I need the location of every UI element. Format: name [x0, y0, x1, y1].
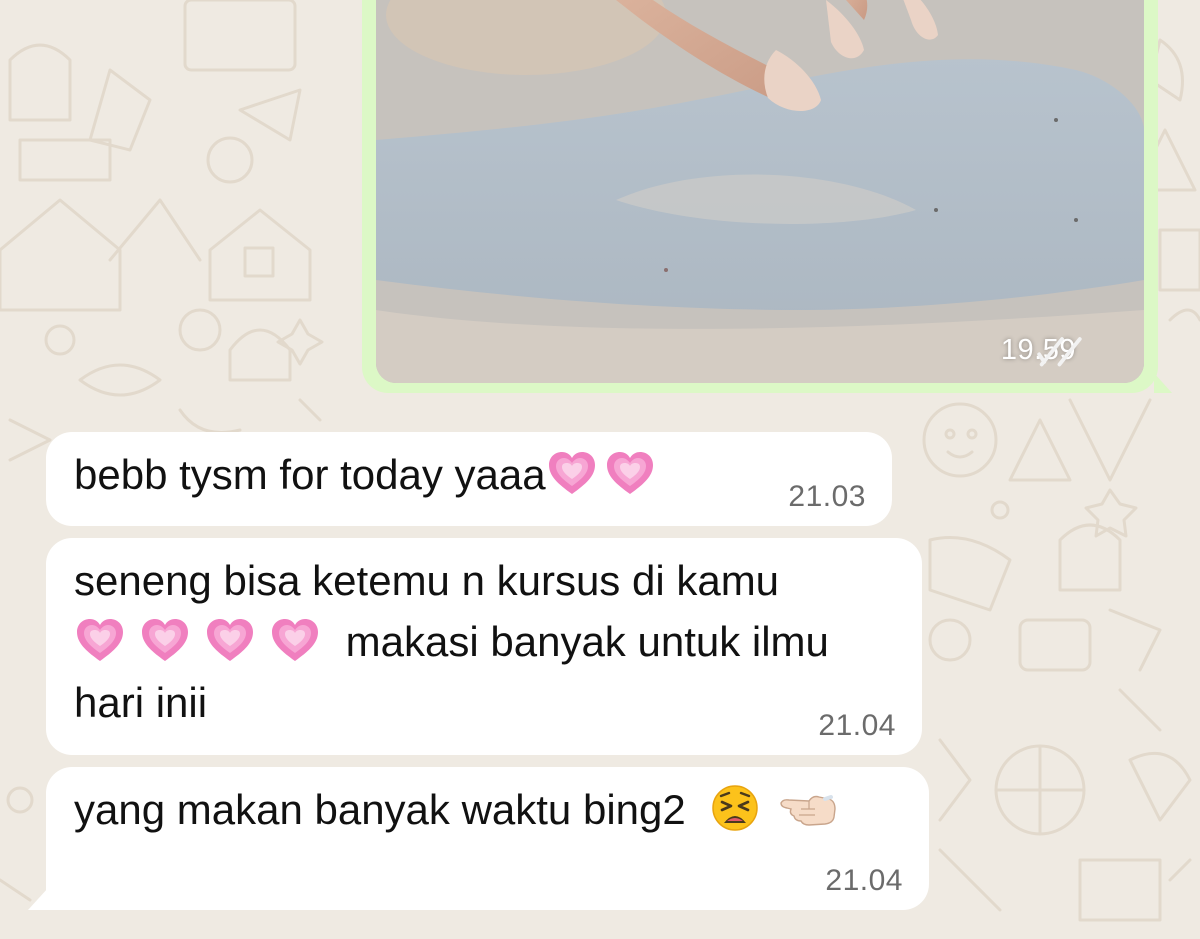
bubble-tail: [28, 888, 48, 910]
growing-heart-emoji: [74, 615, 126, 665]
message-text-line: makasi banyak untuk ilmu: [74, 611, 902, 672]
outgoing-image-message[interactable]: 19.59: [362, 0, 1172, 393]
pointing-left-hand-emoji: [779, 783, 837, 833]
message-text: yang makan banyak waktu bing2: [74, 786, 686, 833]
growing-heart-emoji: [604, 448, 656, 498]
message-timestamp: 21.03: [788, 480, 866, 513]
photo-attachment[interactable]: 19.59: [376, 0, 1144, 383]
image-meta: 19.59: [1001, 334, 1128, 367]
message-timestamp: 21.04: [818, 709, 896, 742]
incoming-message[interactable]: seneng bisa ketemu n kursus di kamu maka…: [46, 538, 922, 755]
bubble-tail: [1154, 373, 1172, 393]
growing-heart-emoji: [269, 615, 321, 665]
message-text-line: seneng bisa ketemu n kursus di kamu: [74, 557, 780, 604]
incoming-message[interactable]: bebb tysm for today yaaa 21.03: [46, 432, 892, 526]
message-text: bebb tysm for today yaaa: [74, 451, 546, 498]
growing-heart-emoji: [546, 448, 598, 498]
double-check-icon: [1037, 337, 1128, 367]
message-text-line: hari inii: [74, 679, 208, 726]
growing-heart-emoji: [204, 615, 256, 665]
message-text: makasi banyak untuk ilmu: [345, 618, 829, 665]
incoming-message[interactable]: yang makan banyak waktu bing2 21.04: [28, 767, 929, 910]
message-timestamp: 21.04: [825, 864, 903, 897]
growing-heart-emoji: [139, 615, 191, 665]
weary-face-emoji: [709, 783, 761, 833]
